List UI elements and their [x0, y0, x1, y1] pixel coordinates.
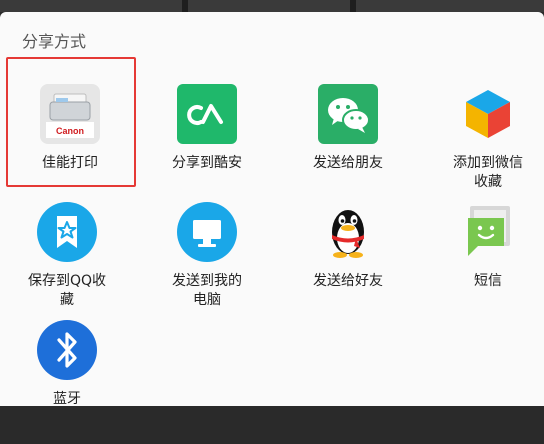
share-target-wechat-friend[interactable]: 发送给朋友 — [281, 84, 415, 208]
share-target-canon-print[interactable]: Canon 佳能打印 — [3, 84, 137, 208]
background-thumbnail — [0, 0, 182, 12]
share-target-bluetooth[interactable]: 蓝牙 — [0, 320, 134, 444]
share-target-label: 发送给朋友 — [313, 155, 383, 171]
share-target-label: 短信 — [474, 273, 502, 289]
wechat-favorites-icon — [458, 84, 518, 144]
share-target-label: 蓝牙 — [53, 391, 81, 407]
qq-favorites-icon — [37, 202, 97, 262]
background-thumbnail — [356, 0, 544, 12]
background-app-strip — [0, 0, 544, 12]
share-sheet: 分享方式 Canon 佳能打印 分享到酷安 发送给朋友 添加到微信 收藏 保存到… — [0, 12, 544, 407]
bluetooth-icon — [37, 320, 97, 380]
coolapk-icon — [177, 84, 237, 144]
my-computer-icon — [177, 202, 237, 262]
canon-print-icon: Canon — [40, 84, 100, 144]
share-target-label: 添加到微信 收藏 — [453, 155, 523, 190]
share-target-label: 分享到酷安 — [172, 155, 242, 171]
share-sheet-title: 分享方式 — [22, 32, 87, 51]
sms-icon — [458, 202, 518, 262]
share-target-qq-friend[interactable]: 发送给好友 — [281, 202, 415, 326]
share-target-coolapk[interactable]: 分享到酷安 — [140, 84, 274, 208]
share-target-qq-favorites[interactable]: 保存到QQ收 藏 — [0, 202, 134, 326]
share-target-label: 发送到我的 电脑 — [172, 273, 242, 308]
share-target-sms[interactable]: 短信 — [421, 202, 544, 326]
background-thumbnail — [188, 0, 350, 12]
share-target-wechat-favorites[interactable]: 添加到微信 收藏 — [421, 84, 544, 208]
qq-penguin-icon — [318, 202, 378, 262]
share-target-label: 保存到QQ收 藏 — [27, 273, 107, 308]
wechat-icon — [318, 84, 378, 144]
canon-brand-text: Canon — [56, 126, 84, 136]
share-target-label: 发送给好友 — [313, 273, 383, 289]
share-target-my-computer[interactable]: 发送到我的 电脑 — [140, 202, 274, 326]
share-target-label: 佳能打印 — [42, 155, 98, 171]
